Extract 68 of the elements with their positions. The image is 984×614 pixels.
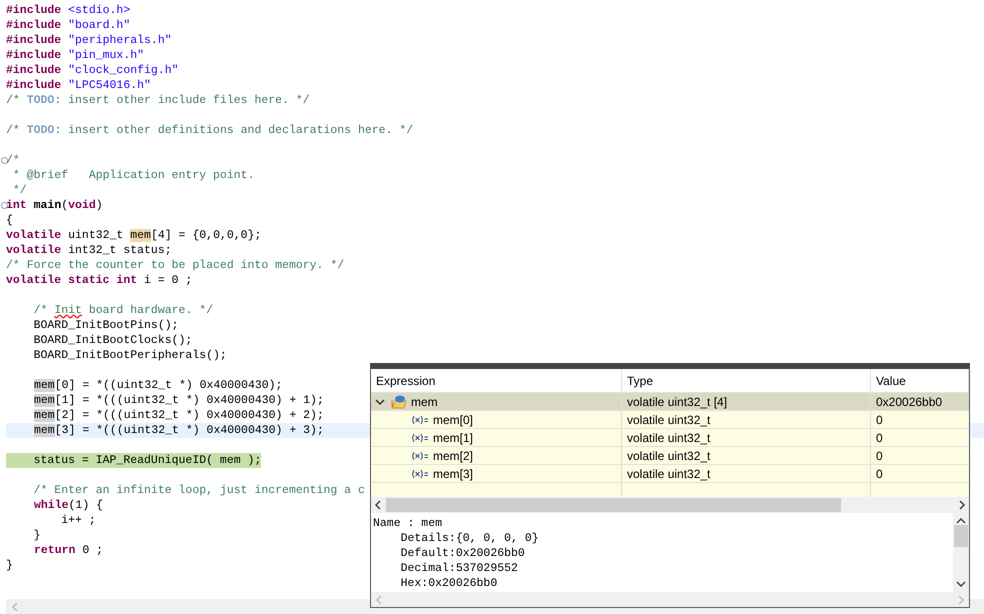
code-line: volatile uint32_t mem[4] = {0,0,0,0}; [6, 228, 262, 243]
code-line: */ [12, 183, 27, 198]
variable-icon [411, 468, 429, 478]
expression-text: mem[2] [433, 448, 474, 464]
code-line: } [6, 558, 13, 573]
code-line: BOARD_InitBootClocks(); [32, 333, 192, 348]
code-line: mem[2] = *(((uint32_t *) 0x40000430) + 2); [34, 408, 324, 423]
code-line: #include "pin_mux.h" [6, 48, 144, 63]
folder-icon [391, 394, 407, 408]
detail-line: Decimal:537029552 [400, 561, 518, 576]
tree-row[interactable]: mem[3] volatile uint32_t 0 [371, 465, 969, 483]
expression-text: mem[3] [433, 466, 474, 482]
fold-icon[interactable] [1, 202, 8, 209]
code-line: /* [6, 153, 20, 168]
value-text: 0 [876, 412, 883, 428]
expression-text: mem[0] [433, 412, 474, 428]
variable-icon [411, 450, 429, 460]
code-line: #include <stdio.h> [6, 3, 130, 18]
scrollbar-thumb[interactable] [954, 525, 968, 547]
code-line: BOARD_InitBootPins(); [32, 318, 179, 333]
code-line: /* TODO: insert other include files here. */ [6, 93, 310, 108]
type-text: volatile uint32_t [627, 430, 710, 446]
code-line: i++ ; [60, 513, 96, 528]
value-text: 0 [876, 448, 883, 464]
code-line: #include "peripherals.h" [6, 33, 172, 48]
scrollbar-thumb[interactable] [386, 498, 841, 512]
column-header[interactable]: Type [622, 369, 871, 392]
value-text: 0 [876, 430, 883, 446]
expression-text: mem [411, 394, 438, 410]
code-line: int main(void) [6, 198, 103, 213]
detail-line: Default:0x20026bb0 [400, 546, 525, 561]
code-line: mem[0] = *((uint32_t *) 0x40000430); [34, 378, 282, 393]
detail-line: Name : mem [373, 516, 442, 531]
value-text: 0x20026bb0 [876, 394, 942, 410]
detail-line: Hex:0x20026bb0 [400, 576, 498, 591]
tree-row[interactable]: mem[1] volatile uint32_t 0 [371, 429, 969, 447]
tree-row[interactable]: mem[0] volatile uint32_t 0 [371, 411, 969, 429]
code-line: #include "board.h" [6, 18, 130, 33]
code-line: /* TODO: insert other definitions and declarations here. */ [6, 123, 414, 138]
code-line: #include "clock_config.h" [6, 63, 179, 78]
column-header[interactable]: Value [871, 369, 969, 392]
value-text: 0 [876, 466, 883, 482]
tree-row[interactable]: mem volatile uint32_t [4] 0x20026bb0 [371, 393, 969, 411]
column-header[interactable]: Expression [371, 369, 622, 392]
variable-icon [411, 414, 429, 424]
code-line: mem[1] = *(((uint32_t *) 0x40000430) + 1); [34, 393, 324, 408]
chevron-icon[interactable] [375, 396, 385, 406]
type-text: volatile uint32_t [627, 466, 710, 482]
code-line: * @brief Application entry point. [12, 168, 254, 183]
tree-row[interactable]: mem[2] volatile uint32_t 0 [371, 447, 969, 465]
code-line: { [6, 213, 13, 228]
code-line: volatile static int i = 0 ; [6, 273, 192, 288]
code-line: } [32, 528, 41, 543]
code-line: return 0 ; [34, 543, 104, 558]
code-line: volatile int32_t status; [6, 243, 172, 258]
code-line: /* Init board hardware. */ [32, 303, 214, 318]
code-line: /* Enter an infinite loop, just incrementing a c [32, 483, 365, 498]
table-scrollbar[interactable] [371, 497, 969, 513]
variable-icon [411, 432, 429, 442]
expression-text: mem[1] [433, 430, 474, 446]
type-text: volatile uint32_t [627, 412, 710, 428]
code-line: /* Force the counter to be placed into memory. */ [6, 258, 344, 273]
code-line: #include "LPC54016.h" [6, 78, 151, 93]
detail-line: Details:{0, 0, 0, 0} [400, 531, 539, 546]
type-text: volatile uint32_t [4] [627, 394, 728, 410]
code-line: while(1) { [34, 498, 104, 513]
code-line: BOARD_InitBootPeripherals(); [32, 348, 227, 363]
type-text: volatile uint32_t [627, 448, 710, 464]
